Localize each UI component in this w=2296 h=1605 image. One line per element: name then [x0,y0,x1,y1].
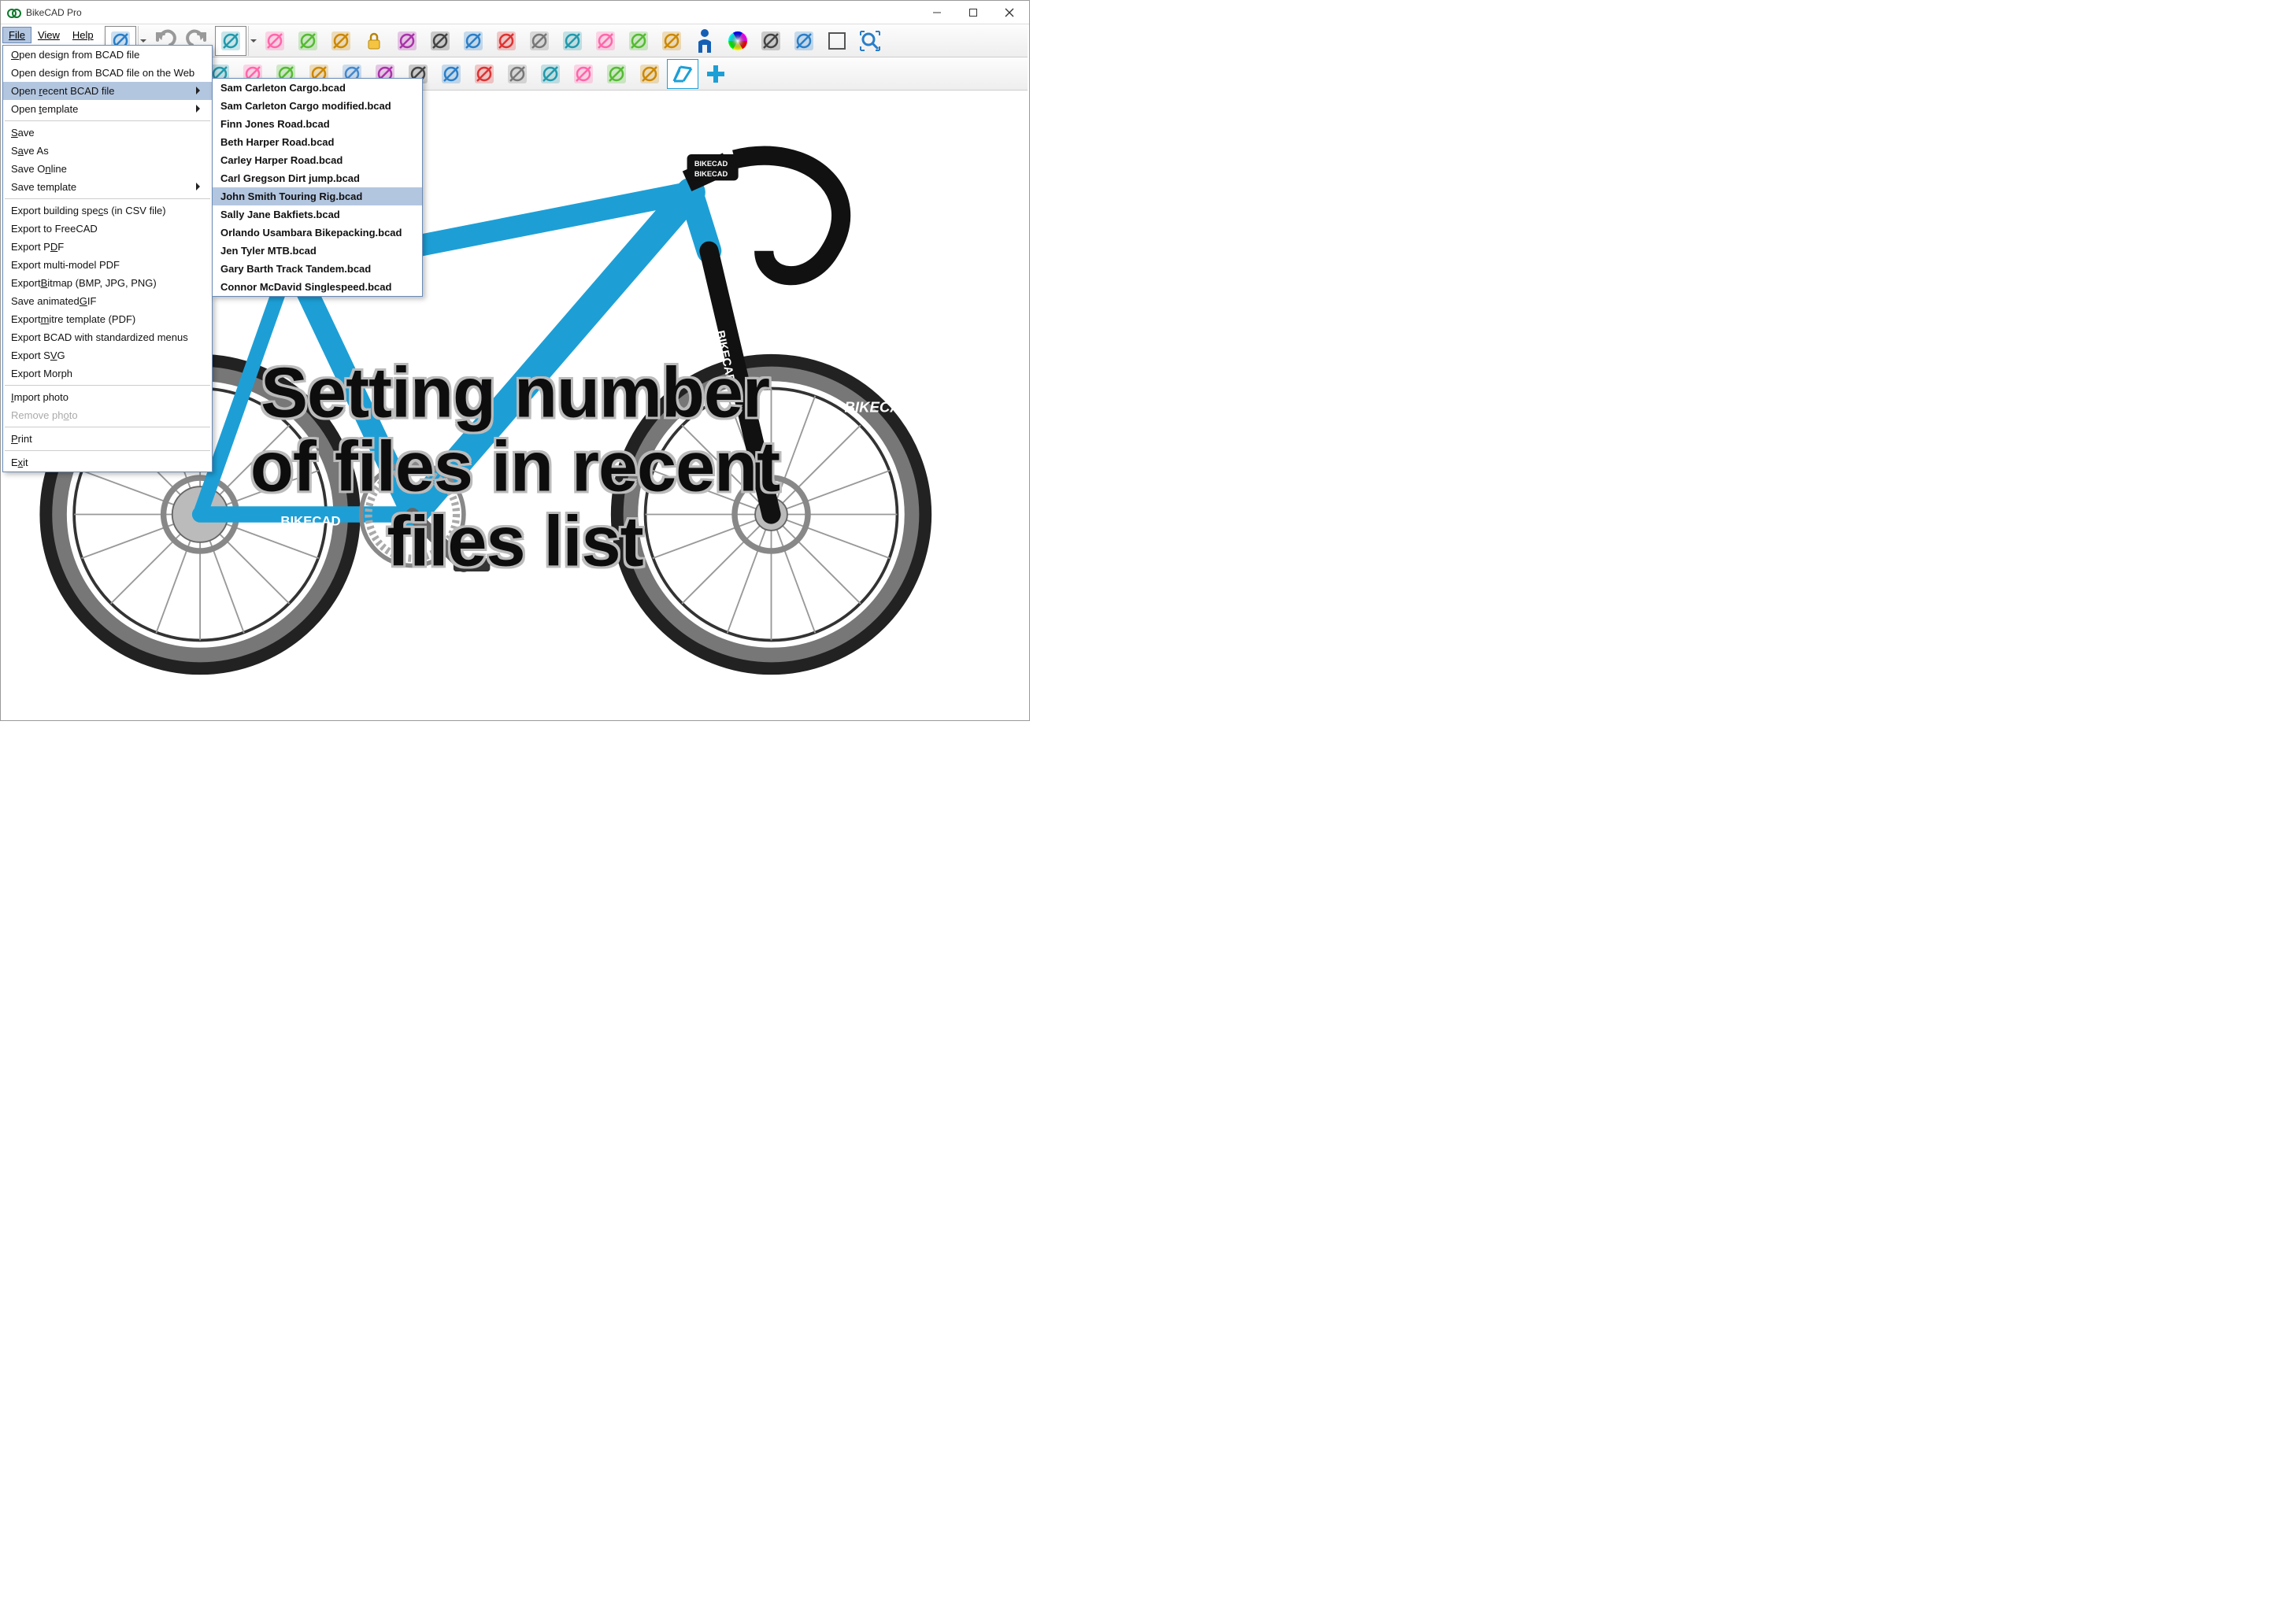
frame-select-icon[interactable] [667,59,698,89]
file-save[interactable]: Save [3,124,212,142]
titlebar: BikeCAD Pro [1,1,1029,24]
separator [5,198,210,199]
svg-text:BIKECAD: BIKECAD [694,170,728,178]
file-open-template[interactable]: Open template [3,100,212,118]
file-export-mitre[interactable]: Export mitre template (PDF) [3,310,212,328]
hdim-icon[interactable] [623,26,654,56]
dropout-icon[interactable] [435,59,467,89]
toolbar-row1 [103,24,1028,57]
toolbar-dropdown-toggle[interactable] [248,26,257,56]
separator [5,120,210,121]
file-open-bcad[interactable]: Open design from BCAD file [3,46,212,64]
maximize-button[interactable] [955,1,991,24]
recent-file-item[interactable]: Finn Jones Road.bcad [213,115,422,133]
file-save-as[interactable]: Save As [3,142,212,160]
menu-help-label: Help [72,29,94,41]
overlay-caption: Setting number of files in recent files … [250,356,780,579]
recent-file-item[interactable]: Sally Jane Bakfiets.bcad [213,205,422,224]
svg-text:BIKECAD: BIKECAD [694,160,728,168]
fork-icon[interactable] [325,26,357,56]
file-print[interactable]: Print [3,430,212,448]
title-block-icon[interactable] [524,26,555,56]
add-icon[interactable] [700,59,731,89]
recent-file-item[interactable]: Sam Carleton Cargo modified.bcad [213,97,422,115]
close-button[interactable] [991,1,1028,24]
pedal-icon[interactable] [568,59,599,89]
recent-file-item[interactable]: John Smith Touring Rig.bcad [213,187,422,205]
color-wheel-icon[interactable] [722,26,754,56]
recent-file-item[interactable]: Sam Carleton Cargo.bcad [213,79,422,97]
eye-icon[interactable] [590,26,621,56]
note-icon[interactable] [656,26,687,56]
file-save-gif[interactable]: Save animated GIF [3,292,212,310]
menu-file-label: File [9,29,25,41]
file-import-photo[interactable]: Import photo [3,388,212,406]
recent-file-item[interactable]: Carl Gregson Dirt jump.bcad [213,169,422,187]
window-title: BikeCAD Pro [26,7,82,18]
file-save-template[interactable]: Save template [3,178,212,196]
menu-help[interactable]: Help [66,27,100,43]
minimize-button[interactable] [919,1,955,24]
compass-icon[interactable] [457,26,489,56]
recent-files-submenu: Sam Carleton Cargo.bcadSam Carleton Carg… [212,78,423,297]
file-menu-dropdown: Open design from BCAD file Open design f… [2,45,213,472]
separator [5,450,210,451]
file-export-pdf[interactable]: Export PDF [3,238,212,256]
separator [5,385,210,386]
file-export-multi-pdf[interactable]: Export multi-model PDF [3,256,212,274]
menu-file[interactable]: File [2,27,31,43]
menu-view[interactable]: View [31,27,66,43]
zoom-fit-icon[interactable] [854,26,886,56]
recent-file-item[interactable]: Carley Harper Road.bcad [213,151,422,169]
paint-drop-icon[interactable] [259,26,291,56]
menu-view-label: View [38,29,60,41]
brake-lever-icon[interactable] [502,59,533,89]
paint-icon[interactable] [215,26,246,56]
file-export-freecad[interactable]: Export to FreeCAD [3,220,212,238]
file-export-std[interactable]: Export BCAD with standardized menus [3,328,212,346]
texture-icon[interactable] [391,26,423,56]
file-open-web[interactable]: Open design from BCAD file on the Web [3,64,212,82]
file-export-bitmap[interactable]: Export Bitmap (BMP, JPG, PNG) [3,274,212,292]
rainbow-icon[interactable] [557,26,588,56]
file-save-online[interactable]: Save Online [3,160,212,178]
file-exit[interactable]: Exit [3,453,212,472]
file-remove-photo: Remove photo [3,406,212,424]
file-export-morph[interactable]: Export Morph [3,364,212,383]
deraileur-icon[interactable] [601,59,632,89]
cassette-icon[interactable] [468,59,500,89]
window-controls [919,1,1028,24]
recent-file-item[interactable]: Connor McDavid Singlespeed.bcad [213,278,422,296]
svg-text:BIKECA: BIKECA [845,398,901,415]
app-icon [7,7,21,18]
book-icon[interactable] [491,26,522,56]
recent-file-item[interactable]: Orlando Usambara Bikepacking.bcad [213,224,422,242]
file-open-recent[interactable]: Open recent BCAD file [3,82,212,100]
red-swoosh-icon[interactable] [424,26,456,56]
recent-file-item[interactable]: Beth Harper Road.bcad [213,133,422,151]
chainring2-icon[interactable] [634,59,665,89]
extrude-icon[interactable] [788,26,820,56]
square-icon[interactable] [821,26,853,56]
magnet-icon[interactable] [292,26,324,56]
recent-file-item[interactable]: Jen Tyler MTB.bcad [213,242,422,260]
lock-icon[interactable] [358,26,390,56]
person-icon[interactable] [689,26,720,56]
file-export-csv[interactable]: Export building specs (in CSV file) [3,202,212,220]
chainring-icon[interactable] [755,26,787,56]
file-export-svg[interactable]: Export SVG [3,346,212,364]
recent-file-item[interactable]: Gary Barth Track Tandem.bcad [213,260,422,278]
caliper-icon[interactable] [535,59,566,89]
